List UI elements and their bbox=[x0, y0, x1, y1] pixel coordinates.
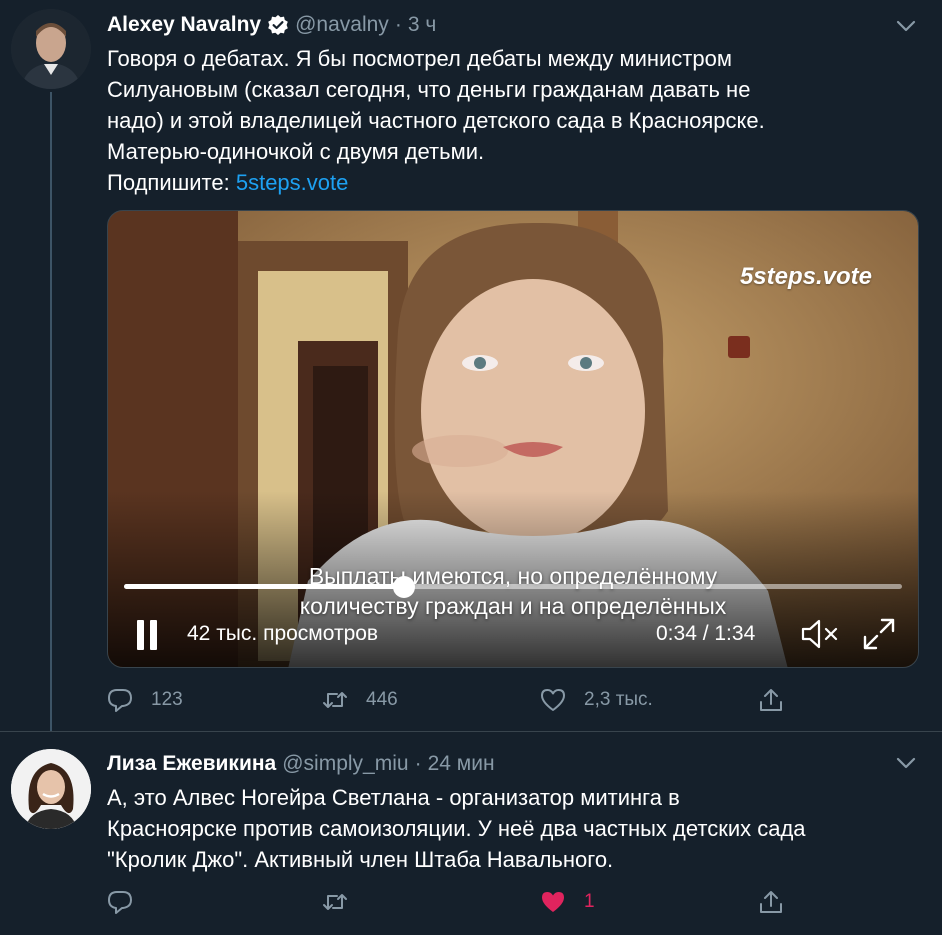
tweet-link[interactable]: 5steps.vote bbox=[236, 170, 349, 195]
reply-icon bbox=[108, 689, 132, 712]
tweet-actions: 123 446 2,3 тыс. bbox=[107, 683, 807, 717]
share-button[interactable] bbox=[758, 885, 784, 919]
like-count: 2,3 тыс. bbox=[584, 689, 653, 710]
retweet-button[interactable] bbox=[322, 885, 366, 919]
tweet-text: Говоря о дебатах. Я бы посмотрел дебаты … bbox=[107, 43, 907, 198]
like-count: 1 bbox=[584, 891, 595, 912]
video-progress-bar[interactable] bbox=[124, 576, 902, 598]
video-controls: 42 тыс. просмотров 0:34 / 1:34 bbox=[108, 611, 918, 661]
tweet-body: Говоря о дебатах. Я бы посмотрел дебаты … bbox=[107, 46, 765, 195]
video-scrubber-handle[interactable] bbox=[393, 576, 416, 598]
reply-button[interactable] bbox=[107, 885, 151, 919]
mute-icon[interactable] bbox=[800, 618, 840, 650]
author-handle[interactable]: @navalny bbox=[295, 13, 389, 37]
share-icon bbox=[760, 689, 782, 711]
like-button[interactable]: 1 bbox=[540, 885, 595, 919]
video-watermark: 5steps.vote bbox=[739, 263, 872, 290]
video-player[interactable]: 5steps.vote Выплаты имеются, но определё… bbox=[107, 210, 919, 668]
reply-button[interactable]: 123 bbox=[107, 683, 183, 717]
tweet-navalny[interactable]: Alexey Navalny @navalny · 3 ч Говоря о д… bbox=[0, 0, 942, 731]
tweet-header: Alexey Navalny @navalny · 3 ч bbox=[107, 10, 436, 40]
retweet-icon bbox=[323, 894, 347, 910]
author-handle[interactable]: @simply_miu bbox=[282, 752, 408, 776]
avatar[interactable] bbox=[11, 749, 91, 829]
fullscreen-icon[interactable] bbox=[862, 617, 896, 651]
like-icon bbox=[542, 892, 564, 912]
share-button[interactable] bbox=[758, 683, 784, 717]
tweet-reply[interactable]: Лиза Ежевикина @simply_miu · 24 мин А, э… bbox=[0, 731, 942, 935]
reply-icon bbox=[108, 891, 132, 914]
like-icon bbox=[541, 689, 565, 711]
video-time: 0:34 / 1:34 bbox=[656, 622, 756, 645]
tweet-time[interactable]: 24 мин bbox=[428, 752, 495, 776]
separator-dot: · bbox=[414, 752, 422, 775]
reply-count: 123 bbox=[151, 689, 183, 710]
tweet-text: А, это Алвес Ногейра Светлана - организа… bbox=[107, 785, 806, 872]
share-icon bbox=[760, 891, 782, 913]
separator-dot: · bbox=[394, 13, 402, 36]
tweet-actions: 1 bbox=[107, 885, 807, 919]
retweet-button[interactable]: 446 bbox=[322, 683, 398, 717]
pause-icon[interactable] bbox=[135, 620, 159, 650]
tweet-time[interactable]: 3 ч bbox=[408, 13, 436, 37]
author-name[interactable]: Alexey Navalny bbox=[107, 13, 261, 37]
tweet-header: Лиза Ежевикина @simply_miu · 24 мин bbox=[107, 749, 495, 779]
author-name[interactable]: Лиза Ежевикина bbox=[107, 752, 276, 776]
chevron-down-icon[interactable] bbox=[896, 20, 916, 32]
retweet-icon bbox=[323, 692, 347, 708]
video-views: 42 тыс. просмотров bbox=[187, 622, 379, 645]
retweet-count: 446 bbox=[366, 689, 398, 710]
thread-line bbox=[50, 92, 52, 731]
chevron-down-icon[interactable] bbox=[896, 757, 916, 769]
avatar[interactable] bbox=[11, 9, 91, 89]
video-progress-fill bbox=[124, 584, 405, 589]
like-button[interactable]: 2,3 тыс. bbox=[540, 683, 653, 717]
verified-icon bbox=[267, 14, 289, 36]
